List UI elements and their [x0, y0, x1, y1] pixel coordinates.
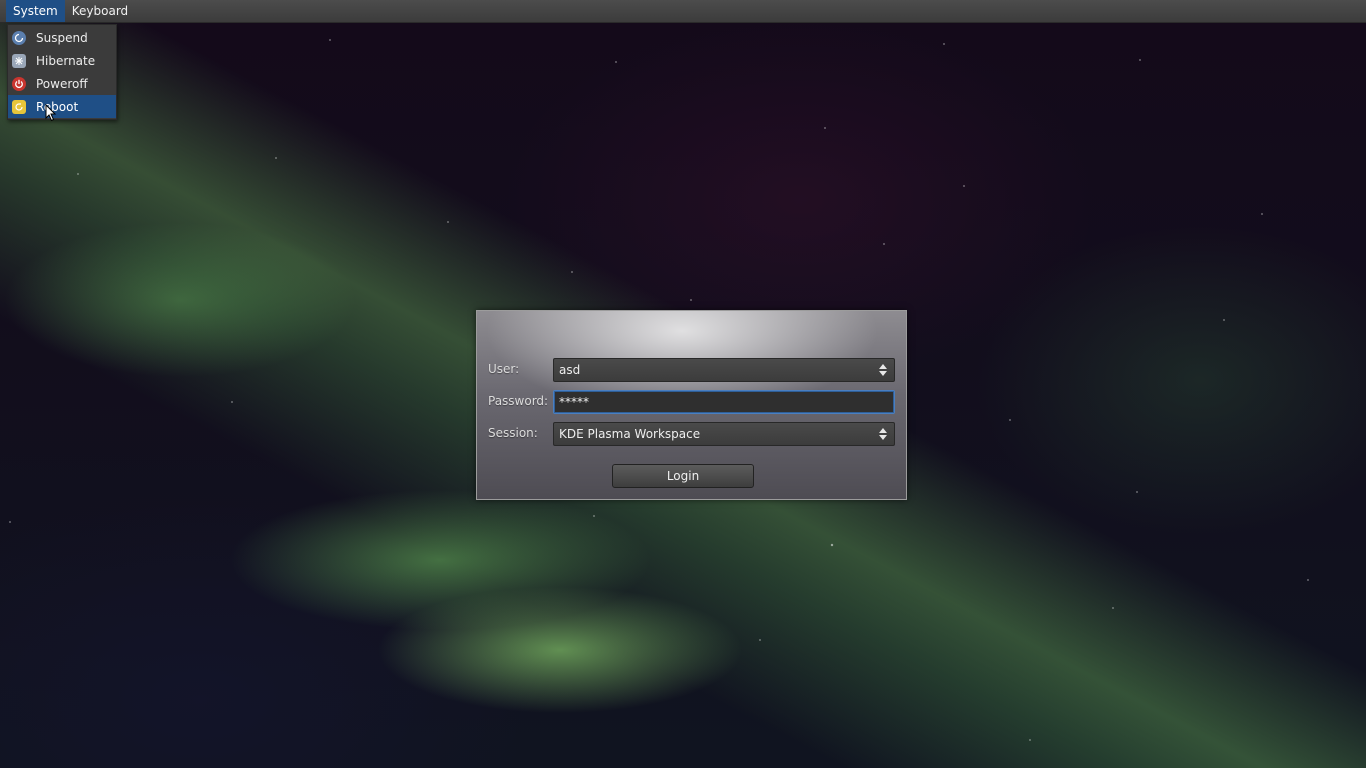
menu-item-label: Poweroff — [36, 76, 88, 91]
reboot-icon — [12, 99, 26, 114]
password-row: Password: ***** — [477, 390, 908, 414]
password-label: Password: — [488, 394, 549, 408]
hibernate-icon — [12, 53, 26, 68]
poweroff-icon — [12, 76, 26, 91]
user-label: User: — [488, 362, 520, 376]
login-button[interactable]: Login — [612, 464, 754, 488]
mouse-cursor-icon — [45, 104, 57, 122]
system-dropdown-menu: Suspend Hibernate Poweroff Reboot — [7, 24, 117, 120]
password-field[interactable]: ***** — [553, 390, 895, 414]
menu-item-hibernate[interactable]: Hibernate — [8, 49, 116, 72]
top-menubar: System Keyboard — [0, 0, 1366, 23]
updown-arrows-icon — [874, 361, 892, 379]
menu-item-label: Suspend — [36, 30, 88, 45]
user-row: User: asd — [477, 358, 908, 382]
login-dialog: User: asd Password: ***** Session: KDE P… — [476, 310, 907, 500]
menu-item-poweroff[interactable]: Poweroff — [8, 72, 116, 95]
session-label: Session: — [488, 426, 538, 440]
password-value: ***** — [559, 395, 589, 409]
user-combobox[interactable]: asd — [553, 358, 895, 382]
session-combobox[interactable]: KDE Plasma Workspace — [553, 422, 895, 446]
menu-keyboard[interactable]: Keyboard — [65, 0, 135, 22]
menu-item-suspend[interactable]: Suspend — [8, 26, 116, 49]
user-value: asd — [559, 363, 581, 377]
session-row: Session: KDE Plasma Workspace — [477, 422, 908, 446]
session-value: KDE Plasma Workspace — [559, 427, 701, 441]
menu-item-reboot[interactable]: Reboot — [8, 95, 116, 118]
menu-item-label: Reboot — [36, 99, 79, 114]
updown-arrows-icon — [874, 425, 892, 443]
suspend-icon — [12, 30, 26, 45]
menu-system[interactable]: System — [6, 0, 65, 22]
menu-item-label: Hibernate — [36, 53, 96, 68]
